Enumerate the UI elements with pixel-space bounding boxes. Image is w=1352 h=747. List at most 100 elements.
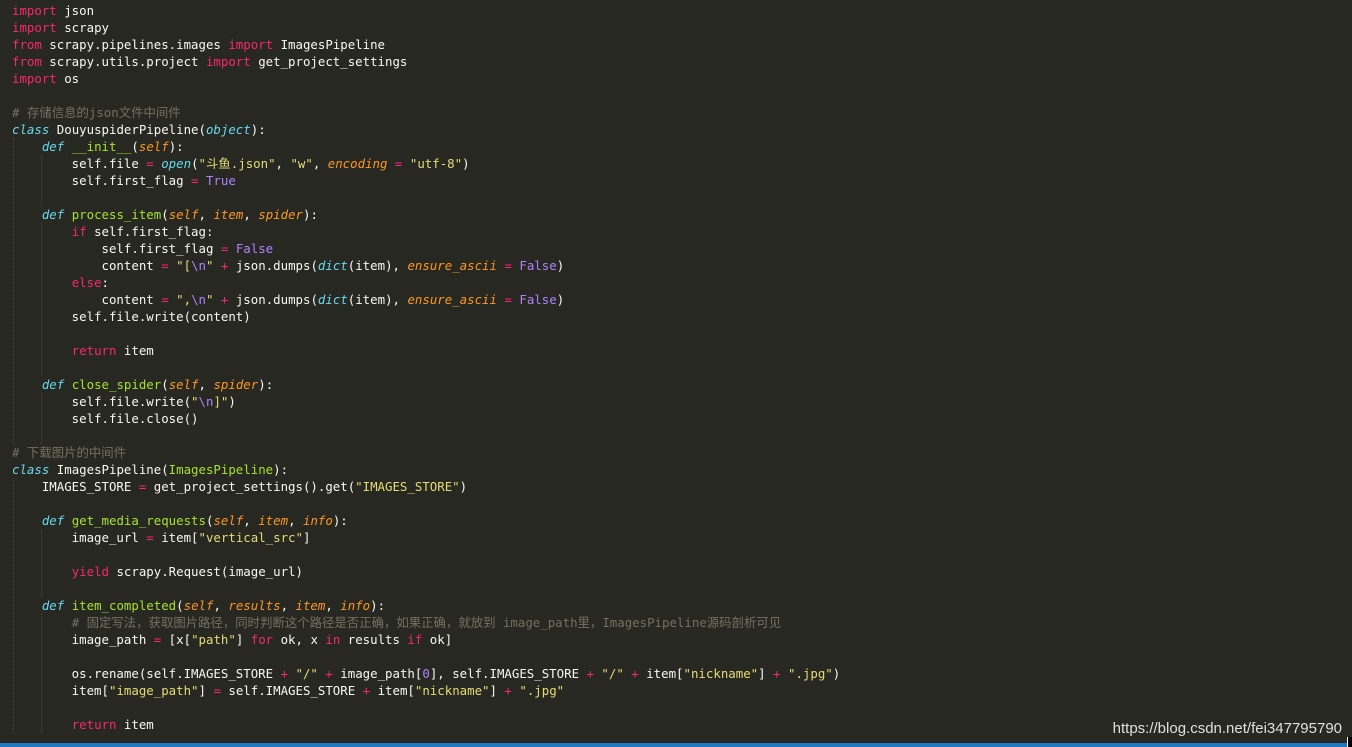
code-token: ): xyxy=(332,513,348,528)
code-token: spider xyxy=(258,207,303,222)
code-token: False xyxy=(519,258,557,273)
code-token: if xyxy=(71,224,87,239)
code-token: , xyxy=(198,207,214,222)
indent-guide xyxy=(13,138,14,444)
code-token: "image_path" xyxy=(108,683,199,698)
code-token: ensure_ascii xyxy=(407,258,497,273)
code-token: ".jpg" xyxy=(787,666,833,681)
code-token: ( xyxy=(161,377,169,392)
code-token: self.first_flag: xyxy=(86,224,214,239)
code-line: return item xyxy=(12,342,154,359)
code-token: return xyxy=(71,717,117,732)
code-token: , xyxy=(243,207,259,222)
code-token: import xyxy=(12,3,57,18)
indent-guide xyxy=(41,393,42,444)
code-token: class xyxy=(12,462,50,477)
code-token: self.file xyxy=(12,156,147,171)
indent-guide xyxy=(13,478,14,733)
code-line: self.file.write("\n]") xyxy=(12,393,236,410)
code-token: ) xyxy=(556,292,565,307)
code-token: item[ xyxy=(370,683,415,698)
code-token: [x[ xyxy=(161,632,192,647)
code-token: import xyxy=(205,54,251,69)
code-token: ImagesPipeline xyxy=(168,462,274,477)
code-token: , xyxy=(198,377,214,392)
code-token: : xyxy=(101,275,109,290)
code-token: ] xyxy=(235,632,251,647)
code-token: item_completed xyxy=(71,598,177,613)
code-line: import json xyxy=(12,2,94,19)
code-token: # 固定写法，获取图片路径，同时判断这个路径是否正确，如果正确，就放到 imag… xyxy=(71,615,782,630)
code-token: results xyxy=(340,632,408,647)
code-token: close_spider xyxy=(71,377,162,392)
code-token: os xyxy=(56,71,80,86)
code-token: ] xyxy=(302,530,311,545)
code-token: (item), xyxy=(347,258,408,273)
code-token: = xyxy=(213,683,221,698)
code-token: json.dumps( xyxy=(228,292,318,307)
code-token: get_project_settings().get( xyxy=(146,479,356,494)
code-line: yield scrapy.Request(image_url) xyxy=(12,563,303,580)
code-token: = xyxy=(504,292,512,307)
code-token: ( xyxy=(131,139,139,154)
code-token: \n xyxy=(191,292,206,307)
code-token: get_project_settings xyxy=(250,54,408,69)
code-token: ) xyxy=(556,258,565,273)
code-token: item xyxy=(116,343,154,358)
code-token: ( xyxy=(176,598,184,613)
code-token: + xyxy=(631,666,639,681)
code-token: + xyxy=(325,666,333,681)
code-token: ) xyxy=(462,156,470,171)
code-token: ): xyxy=(258,377,274,392)
code-token: "path" xyxy=(191,632,236,647)
code-token: self.IMAGES_STORE xyxy=(220,683,363,698)
code-token: self.first_flag xyxy=(12,173,192,188)
code-token: , xyxy=(213,598,229,613)
code-token: ok] xyxy=(422,632,453,647)
code-token: False xyxy=(519,292,557,307)
code-line: # 存储信息的json文件中间件 xyxy=(12,104,181,121)
code-token: "/" xyxy=(295,666,318,681)
indent-guide xyxy=(41,223,42,376)
code-token: , xyxy=(275,156,291,171)
code-token: "/" xyxy=(601,666,624,681)
code-line: # 固定写法，获取图片路径，同时判断这个路径是否正确，如果正确，就放到 imag… xyxy=(12,614,781,631)
code-line: def process_item(self, item, spider): xyxy=(12,206,318,223)
code-token: "nickname" xyxy=(683,666,759,681)
code-token: " xyxy=(191,394,199,409)
code-token: "w" xyxy=(290,156,313,171)
code-token: open xyxy=(161,156,192,171)
code-token: ( xyxy=(191,156,199,171)
code-token: ensure_ascii xyxy=(407,292,497,307)
code-token: self xyxy=(213,513,244,528)
code-token: get_media_requests xyxy=(71,513,206,528)
code-line: from scrapy.utils.project import get_pro… xyxy=(12,53,407,70)
code-line: if self.first_flag: xyxy=(12,223,214,240)
code-line: content = "[\n" + json.dumps(dict(item),… xyxy=(12,257,565,274)
code-token: json.dumps( xyxy=(228,258,318,273)
code-token: if xyxy=(407,632,423,647)
code-token: import xyxy=(228,37,274,52)
code-token: scrapy.Request(image_url) xyxy=(109,564,303,579)
code-line: def item_completed(self, results, item, … xyxy=(12,597,385,614)
code-token: self xyxy=(138,139,169,154)
code-token: , xyxy=(312,156,328,171)
code-line: image_path = [x["path"] for ok, x in res… xyxy=(12,631,453,648)
code-token: encoding xyxy=(327,156,388,171)
code-token: # 下载图片的中间件 xyxy=(12,445,127,460)
code-token: return xyxy=(71,343,117,358)
code-token: def xyxy=(41,377,65,392)
code-token: True xyxy=(205,173,236,188)
code-token: self.file.close() xyxy=(12,411,199,426)
code-token: = xyxy=(146,530,154,545)
code-token: item xyxy=(213,207,244,222)
code-editor[interactable]: import json import scrapy from scrapy.pipe… xyxy=(0,0,1352,740)
